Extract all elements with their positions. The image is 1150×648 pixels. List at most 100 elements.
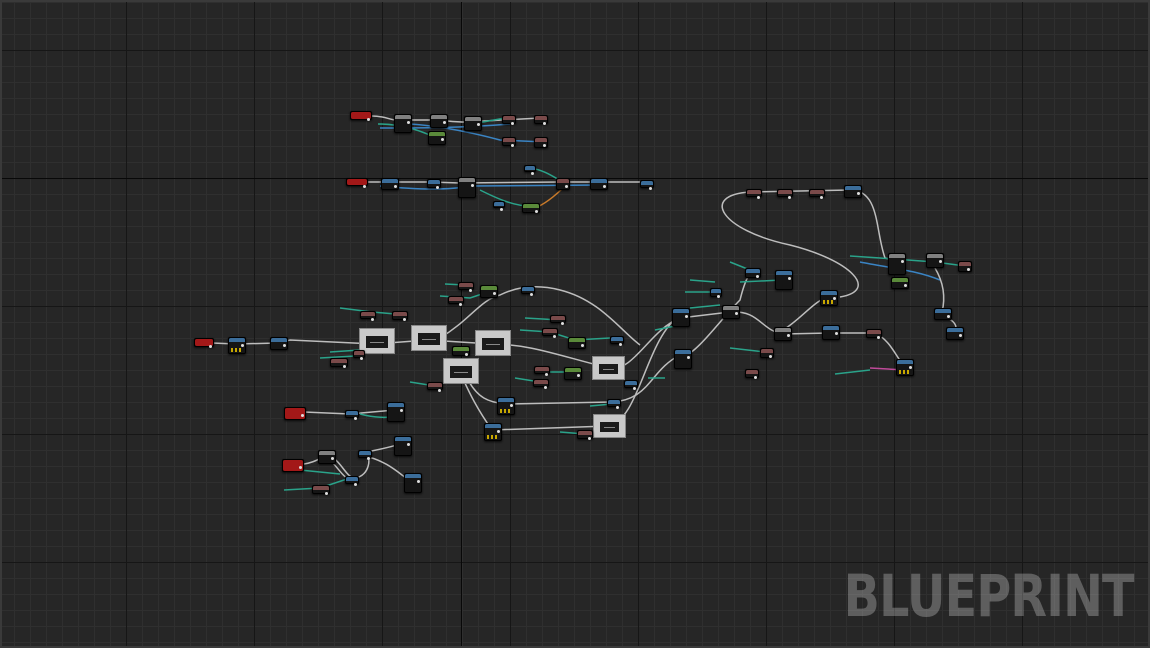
variable-node[interactable] bbox=[577, 430, 593, 440]
variable-node[interactable] bbox=[746, 189, 762, 199]
exec-pin-icon[interactable] bbox=[788, 196, 791, 199]
exec-pin-icon[interactable] bbox=[400, 409, 403, 412]
variable-node[interactable] bbox=[542, 328, 558, 338]
latent-node[interactable] bbox=[497, 397, 515, 415]
function-node[interactable] bbox=[270, 337, 288, 350]
exec-pin-icon[interactable] bbox=[757, 196, 760, 199]
exec-pin-icon[interactable] bbox=[619, 343, 622, 346]
variable-node[interactable] bbox=[330, 358, 348, 368]
exec-pin-icon[interactable] bbox=[901, 260, 904, 263]
sequence-node[interactable] bbox=[475, 330, 511, 356]
exec-pin-icon[interactable] bbox=[754, 376, 757, 379]
exec-pin-icon[interactable] bbox=[510, 404, 513, 407]
exec-pin-icon[interactable] bbox=[371, 318, 374, 321]
exec-pin-icon[interactable] bbox=[769, 355, 772, 358]
exec-pin-icon[interactable] bbox=[438, 389, 441, 392]
variable-node[interactable] bbox=[502, 115, 516, 125]
exec-pin-icon[interactable] bbox=[756, 275, 759, 278]
function-node[interactable] bbox=[358, 450, 372, 460]
exec-pin-icon[interactable] bbox=[469, 289, 472, 292]
function-node[interactable] bbox=[427, 179, 441, 189]
exec-pin-icon[interactable] bbox=[535, 210, 538, 213]
exec-pin-icon[interactable] bbox=[459, 303, 462, 306]
exec-pin-icon[interactable] bbox=[301, 414, 304, 417]
latent-node[interactable] bbox=[896, 359, 914, 376]
variable-node[interactable] bbox=[312, 485, 330, 495]
pure-node[interactable] bbox=[428, 131, 446, 145]
exec-pin-icon[interactable] bbox=[331, 457, 334, 460]
function-node[interactable] bbox=[926, 253, 944, 268]
exec-pin-icon[interactable] bbox=[531, 172, 534, 175]
variable-node[interactable] bbox=[533, 379, 549, 389]
variable-node[interactable] bbox=[866, 329, 882, 339]
variable-node[interactable] bbox=[556, 178, 570, 190]
exec-pin-icon[interactable] bbox=[735, 312, 738, 315]
exec-pin-icon[interactable] bbox=[441, 138, 444, 141]
event-node[interactable] bbox=[282, 459, 304, 472]
exec-pin-icon[interactable] bbox=[407, 121, 410, 124]
exec-pin-icon[interactable] bbox=[544, 386, 547, 389]
event-node[interactable] bbox=[194, 338, 214, 348]
exec-pin-icon[interactable] bbox=[209, 345, 212, 348]
variable-node[interactable] bbox=[745, 369, 759, 379]
exec-pin-icon[interactable] bbox=[947, 315, 950, 318]
exec-pin-icon[interactable] bbox=[581, 344, 584, 347]
exec-pin-icon[interactable] bbox=[687, 356, 690, 359]
function-node[interactable] bbox=[640, 180, 654, 190]
pure-node[interactable] bbox=[891, 277, 909, 289]
exec-pin-icon[interactable] bbox=[787, 334, 790, 337]
function-node[interactable] bbox=[345, 410, 359, 420]
exec-pin-icon[interactable] bbox=[354, 417, 357, 420]
variable-node[interactable] bbox=[458, 282, 474, 292]
exec-pin-icon[interactable] bbox=[649, 187, 652, 190]
pure-node[interactable] bbox=[522, 203, 540, 213]
exec-pin-icon[interactable] bbox=[833, 297, 836, 300]
variable-node[interactable] bbox=[777, 189, 793, 199]
exec-pin-icon[interactable] bbox=[820, 196, 823, 199]
variable-node[interactable] bbox=[958, 261, 972, 272]
exec-pin-icon[interactable] bbox=[403, 318, 406, 321]
function-node[interactable] bbox=[381, 178, 399, 190]
function-node[interactable] bbox=[672, 308, 690, 327]
variable-node[interactable] bbox=[534, 137, 548, 148]
function-node[interactable] bbox=[387, 402, 405, 422]
exec-pin-icon[interactable] bbox=[367, 118, 370, 121]
event-node[interactable] bbox=[346, 178, 368, 188]
exec-pin-icon[interactable] bbox=[909, 366, 912, 369]
exec-pin-icon[interactable] bbox=[685, 315, 688, 318]
sequence-node[interactable] bbox=[592, 356, 625, 380]
function-node[interactable] bbox=[318, 450, 336, 464]
sequence-node[interactable] bbox=[443, 358, 479, 384]
function-node[interactable] bbox=[774, 327, 792, 341]
function-node[interactable] bbox=[888, 253, 906, 275]
exec-pin-icon[interactable] bbox=[616, 406, 619, 409]
function-node[interactable] bbox=[493, 201, 505, 211]
exec-pin-icon[interactable] bbox=[904, 284, 907, 287]
exec-pin-icon[interactable] bbox=[325, 492, 328, 495]
function-node[interactable] bbox=[404, 473, 422, 493]
function-node[interactable] bbox=[775, 270, 793, 290]
variable-node[interactable] bbox=[534, 115, 548, 125]
function-node[interactable] bbox=[745, 268, 761, 278]
exec-pin-icon[interactable] bbox=[343, 365, 346, 368]
exec-pin-icon[interactable] bbox=[360, 357, 363, 360]
variable-node[interactable] bbox=[448, 296, 464, 306]
exec-pin-icon[interactable] bbox=[543, 122, 546, 125]
variable-node[interactable] bbox=[534, 366, 550, 376]
variable-node[interactable] bbox=[760, 348, 774, 358]
exec-pin-icon[interactable] bbox=[283, 344, 286, 347]
function-node[interactable] bbox=[394, 436, 412, 456]
function-node[interactable] bbox=[844, 185, 862, 198]
function-node[interactable] bbox=[430, 114, 448, 128]
latent-node[interactable] bbox=[228, 337, 246, 354]
exec-pin-icon[interactable] bbox=[835, 332, 838, 335]
exec-pin-icon[interactable] bbox=[407, 443, 410, 446]
variable-node[interactable] bbox=[550, 315, 566, 325]
exec-pin-icon[interactable] bbox=[477, 123, 480, 126]
exec-pin-icon[interactable] bbox=[545, 373, 548, 376]
exec-pin-icon[interactable] bbox=[394, 185, 397, 188]
function-node[interactable] bbox=[722, 305, 740, 319]
function-node[interactable] bbox=[464, 116, 482, 131]
function-node[interactable] bbox=[590, 178, 608, 190]
exec-pin-icon[interactable] bbox=[530, 293, 533, 296]
